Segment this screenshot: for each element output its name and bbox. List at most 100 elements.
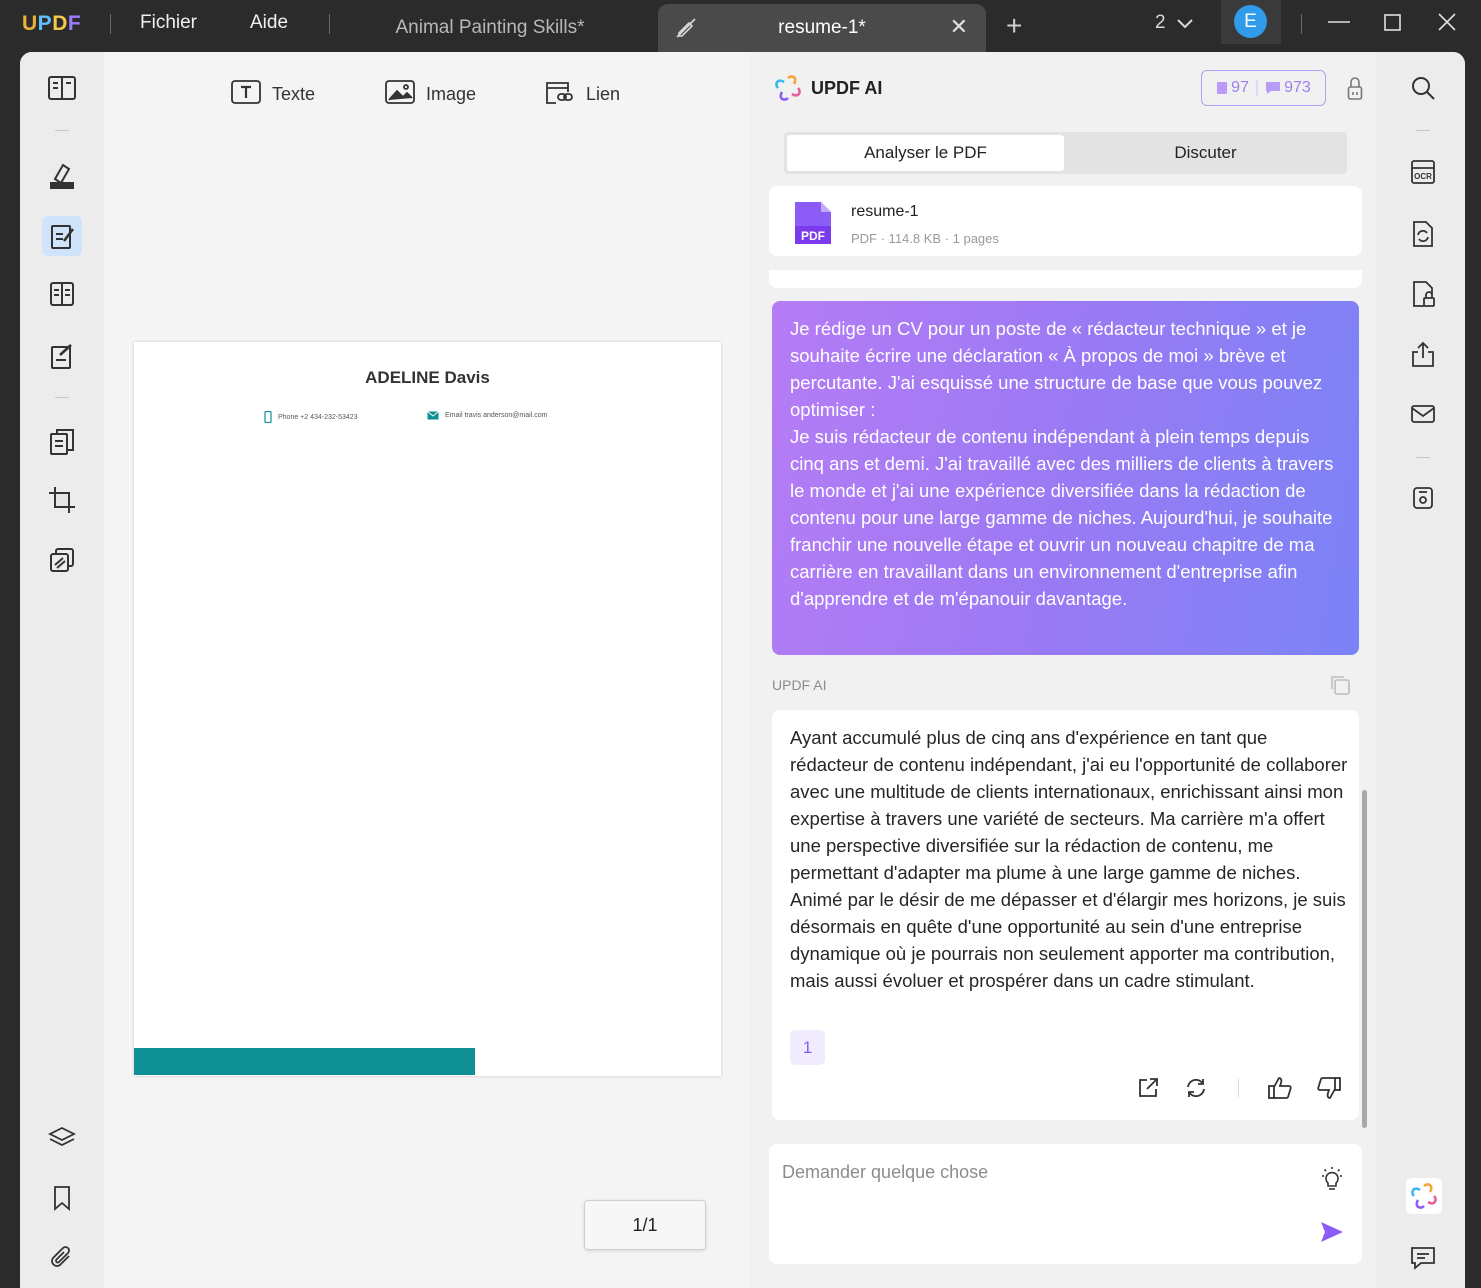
ai-mode-tabs: Analyser le PDF Discuter — [784, 132, 1347, 174]
close-window-icon[interactable] — [1438, 13, 1456, 36]
email-icon[interactable] — [1409, 400, 1437, 428]
add-image-button[interactable]: Image — [384, 78, 476, 111]
phone-text: Phone +2 434-232-53423 — [278, 413, 358, 421]
window-count[interactable]: 2 — [1155, 12, 1166, 34]
svg-text:OCR: OCR — [1414, 172, 1432, 181]
text-label: Texte — [272, 84, 316, 104]
crop-icon[interactable] — [42, 480, 82, 520]
tab-chat[interactable]: Discuter — [1067, 135, 1344, 171]
reference-badge[interactable]: 1 — [790, 1030, 825, 1065]
link-icon — [544, 78, 576, 111]
text-icon — [230, 78, 262, 111]
file-name: resume-1 — [851, 203, 919, 220]
fill-sign-icon[interactable] — [42, 336, 82, 376]
add-link-button[interactable]: Lien — [544, 78, 620, 111]
close-tab-icon[interactable]: ✕ — [950, 14, 968, 40]
chat-icon — [1266, 82, 1281, 94]
avatar[interactable]: E — [1234, 5, 1267, 38]
main-area: Texte Image Lien ADELINE Davis Phone +2 … — [20, 52, 1465, 1288]
convert-icon[interactable] — [1409, 220, 1437, 248]
protect-icon[interactable] — [42, 540, 82, 580]
divider — [1238, 1079, 1239, 1097]
share-icon[interactable] — [1409, 340, 1437, 368]
organize-pages-icon[interactable] — [42, 422, 82, 462]
chat-credits: 973 — [1265, 79, 1311, 97]
ai-panel: UPDF AI 97 | 973 Analyser le PDF Discute… — [750, 52, 1376, 1288]
layers-icon[interactable] — [42, 1118, 82, 1158]
thumbs-down-icon[interactable] — [1316, 1076, 1342, 1105]
minimize-icon[interactable] — [1328, 12, 1350, 37]
save-icon[interactable] — [1409, 484, 1437, 512]
copy-icon[interactable] — [1328, 673, 1352, 702]
menu-help[interactable]: Aide — [250, 12, 288, 34]
credits-badge[interactable]: 97 | 973 — [1201, 70, 1326, 106]
svg-text:PDF: PDF — [801, 229, 825, 243]
lock-icon[interactable] — [1347, 76, 1363, 107]
updf-ai-icon[interactable] — [1406, 1178, 1442, 1214]
send-icon[interactable] — [1319, 1220, 1345, 1249]
account-area[interactable]: E — [1221, 0, 1281, 44]
ask-input[interactable] — [782, 1162, 1302, 1183]
tab-label: Animal Painting Skills* — [395, 17, 585, 38]
maximize-icon[interactable] — [1384, 14, 1402, 37]
document-icon — [1217, 82, 1228, 94]
tab-label: resume-1* — [778, 17, 866, 38]
ocr-icon[interactable]: OCR — [1409, 158, 1437, 186]
pdf-file-icon: PDF — [793, 200, 833, 251]
menu-file[interactable]: Fichier — [140, 12, 197, 34]
ask-box — [769, 1144, 1362, 1264]
email-text: Email travis anderson@mail.com — [445, 412, 548, 419]
divider — [1416, 457, 1430, 458]
divider — [55, 397, 69, 398]
file-meta: PDF · 114.8 KB · 1 pages — [851, 231, 999, 246]
tab-animal-painting[interactable]: Animal Painting Skills* — [340, 4, 640, 52]
accent-bar — [134, 1048, 475, 1075]
title-bar: UPDF Fichier Aide Animal Painting Skills… — [0, 0, 1481, 52]
scrollbar[interactable] — [1362, 790, 1367, 1128]
right-sidebar: OCR — [1376, 52, 1465, 1288]
resume-name: ADELINE Davis — [365, 368, 490, 387]
attachment-icon[interactable] — [42, 1238, 82, 1278]
image-icon — [384, 78, 416, 111]
card-divider — [769, 270, 1362, 288]
divider — [1301, 14, 1302, 34]
comments-icon[interactable] — [1409, 1244, 1437, 1272]
add-text-button[interactable]: Texte — [230, 78, 315, 111]
open-external-icon[interactable] — [1136, 1076, 1160, 1105]
reader-icon[interactable] — [42, 68, 82, 108]
comment-icon[interactable] — [42, 155, 82, 195]
tab-analyze-pdf[interactable]: Analyser le PDF — [787, 135, 1064, 171]
ai-response-text: Ayant accumulé plus de cinq ans d'expéri… — [790, 727, 1348, 991]
file-card[interactable]: PDF resume-1 PDF · 114.8 KB · 1 pages — [769, 186, 1362, 256]
page-indicator[interactable]: 1/1 — [584, 1200, 706, 1250]
lightbulb-icon[interactable] — [1320, 1166, 1344, 1197]
divider — [329, 14, 330, 34]
regenerate-icon[interactable] — [1184, 1076, 1208, 1105]
pdf-page[interactable]: ADELINE Davis Phone +2 434-232-53423 Ema… — [134, 342, 721, 1076]
divider — [1416, 130, 1430, 131]
email-icon — [427, 411, 439, 420]
ai-response-card: Ayant accumulé plus de cinq ans d'expéri… — [772, 710, 1359, 1120]
chevron-down-icon[interactable] — [1176, 12, 1194, 39]
divider — [110, 14, 111, 34]
phone-contact: Phone +2 434-232-53423 — [264, 411, 358, 423]
thumbs-up-icon[interactable] — [1267, 1076, 1293, 1105]
link-label: Lien — [586, 84, 621, 104]
document-area: Texte Image Lien ADELINE Davis Phone +2 … — [104, 52, 750, 1288]
image-label: Image — [426, 84, 477, 104]
doc-credits: 97 — [1216, 79, 1249, 97]
user-message: Je rédige un CV pour un poste de « rédac… — [772, 301, 1359, 655]
bookmark-icon[interactable] — [42, 1178, 82, 1218]
left-sidebar — [20, 52, 104, 1288]
edit-pdf-icon[interactable] — [42, 216, 82, 256]
updf-logo[interactable]: UPDF — [22, 12, 81, 36]
ai-panel-title: UPDF AI — [811, 78, 883, 98]
tab-resume[interactable]: resume-1* ✕ — [658, 4, 986, 52]
protect-file-icon[interactable] — [1409, 280, 1437, 308]
form-icon[interactable] — [42, 274, 82, 314]
updf-ai-logo-icon — [774, 74, 802, 107]
new-tab-icon[interactable]: + — [1006, 10, 1022, 42]
search-icon[interactable] — [1409, 74, 1437, 102]
ai-response-label: UPDF AI — [772, 677, 827, 693]
divider — [55, 130, 69, 131]
